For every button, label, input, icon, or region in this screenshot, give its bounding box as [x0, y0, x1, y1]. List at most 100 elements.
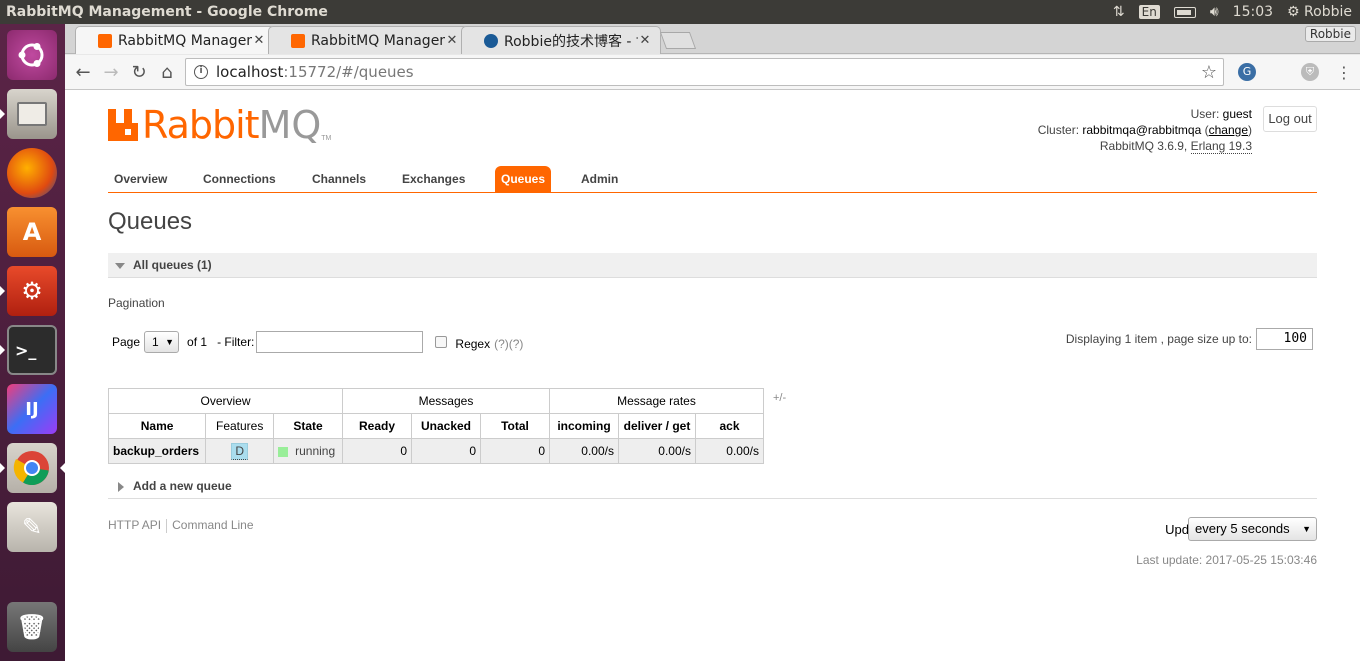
page-title: Queues — [108, 208, 193, 235]
volume-icon[interactable]: 🔊︎ — [1210, 4, 1219, 20]
user-label: User: — [1190, 107, 1220, 121]
expand-triangle-icon — [118, 482, 124, 492]
pagination-label: Pagination — [108, 296, 165, 310]
software-center-icon[interactable]: A — [7, 207, 57, 257]
rabbitmq-favicon — [291, 33, 305, 48]
column-header-state[interactable]: State — [273, 413, 343, 439]
shield-icon[interactable]: ⛨ — [1301, 63, 1319, 81]
close-icon[interactable]: ✕ — [445, 33, 459, 48]
back-icon[interactable]: ← — [71, 61, 95, 85]
settings-running-indicator — [0, 286, 5, 296]
clock[interactable]: 15:03 — [1233, 4, 1273, 20]
ubuntu-dash-icon[interactable] — [7, 30, 57, 80]
network-icon[interactable]: ⇅ — [1113, 4, 1125, 20]
logout-button[interactable]: Log out — [1263, 106, 1317, 132]
column-header-total[interactable]: Total — [480, 413, 550, 439]
change-cluster-link[interactable]: change — [1209, 123, 1248, 137]
column-header-ack[interactable]: ack — [695, 413, 764, 439]
section-title: All queues (1) — [133, 258, 212, 272]
add-new-queue-section-toggle[interactable]: Add a new queue — [108, 474, 1317, 499]
session-menu[interactable]: ⚙ Robbie — [1287, 4, 1352, 20]
cluster-value: rabbitmqa@rabbitmqa — [1082, 123, 1202, 137]
table-group-header-row: Overview Messages Message rates — [108, 388, 764, 414]
regex-label: Regex — [455, 337, 491, 351]
forward-icon[interactable]: → — [99, 61, 123, 85]
text-editor-icon[interactable]: ✎ — [7, 502, 57, 552]
queue-features: D — [205, 438, 275, 464]
column-options-link[interactable]: +/- — [773, 392, 786, 404]
table-row[interactable]: backup_orders D running 0 0 0 0.00/s 0.0… — [107, 438, 764, 464]
user-value: guest — [1222, 107, 1252, 121]
page-select[interactable]: 1 ▼ — [144, 331, 180, 353]
group-header-overview: Overview — [108, 388, 343, 414]
top-panel: RabbitMQ Management - Google Chrome ⇅ En… — [0, 0, 1360, 24]
close-icon[interactable]: ✕ — [252, 33, 266, 48]
home-icon[interactable]: ⌂ — [155, 61, 179, 85]
tab-connections[interactable]: Connections — [197, 166, 282, 192]
page-label: Page — [112, 335, 141, 349]
column-header-incoming[interactable]: incoming — [549, 413, 619, 439]
tab-admin[interactable]: Admin — [575, 166, 624, 192]
rabbitmq-version: RabbitMQ 3.6.9, — [1099, 139, 1188, 153]
state-text: running — [295, 444, 336, 458]
queue-name-link[interactable]: backup_orders — [107, 438, 207, 464]
table-column-header-row: Name Features State Ready Unacked Total … — [107, 413, 764, 439]
firefox-icon[interactable] — [7, 148, 57, 198]
column-header-deliver-get[interactable]: deliver / get — [618, 413, 696, 439]
close-icon[interactable]: ✕ — [638, 33, 652, 48]
durable-badge: D — [231, 442, 248, 460]
terminal-icon[interactable]: >_ — [7, 325, 57, 375]
last-update-text: Last update: 2017-05-25 15:03:46 — [1136, 553, 1317, 567]
queue-incoming-rate: 0.00/s — [549, 438, 619, 464]
filter-input[interactable] — [256, 331, 424, 353]
reload-icon[interactable]: ↻ — [127, 61, 151, 85]
gear-icon: ⚙ — [1287, 4, 1300, 20]
rabbitmq-logo[interactable]: Rabbit MQ TM — [108, 105, 331, 145]
tab-label: RabbitMQ Management — [118, 32, 252, 49]
update-interval-select[interactable]: every 5 seconds ▼ — [1188, 517, 1317, 541]
files-icon[interactable] — [7, 89, 57, 139]
battery-icon[interactable] — [1173, 6, 1196, 18]
tab-rabbitmq-1[interactable]: RabbitMQ Management ✕ — [75, 26, 275, 54]
state-indicator — [278, 446, 289, 457]
group-header-messages: Messages — [342, 388, 550, 414]
tab-channels[interactable]: Channels — [306, 166, 372, 192]
tab-overview[interactable]: Overview — [108, 166, 173, 192]
regex-help-link[interactable]: (?)(?) — [494, 337, 523, 351]
tab-rabbitmq-2[interactable]: RabbitMQ Management ✕ — [268, 26, 468, 54]
queue-state: running — [273, 438, 343, 464]
intellij-icon[interactable]: IJ — [7, 384, 57, 434]
column-header-unacked[interactable]: Unacked — [411, 413, 481, 439]
site-info-icon[interactable]: i — [194, 65, 208, 79]
new-tab-button[interactable] — [659, 32, 697, 49]
column-header-name[interactable]: Name — [107, 413, 207, 439]
logo-text-rabbit: Rabbit — [142, 103, 260, 147]
tab-queues[interactable]: Queues — [495, 166, 552, 192]
queue-deliver-get-rate: 0.00/s — [618, 438, 696, 464]
menu-dots-icon[interactable]: ⋮ — [1332, 61, 1356, 85]
regex-checkbox[interactable] — [435, 336, 448, 348]
chrome-running-indicator — [0, 463, 5, 473]
extension-icon[interactable]: G — [1238, 63, 1256, 81]
display-count-text: Displaying 1 item , page size up to: — [1065, 332, 1252, 346]
trash-icon[interactable]: 🗑︎ — [7, 602, 57, 652]
keyboard-layout-indicator[interactable]: En — [1138, 5, 1160, 19]
cluster-label: Cluster: — [1037, 123, 1080, 137]
tab-label: RabbitMQ Management — [311, 32, 445, 49]
browser-chrome: RabbitMQ Management ✕ RabbitMQ Managemen… — [65, 24, 1360, 90]
column-header-ready[interactable]: Ready — [342, 413, 412, 439]
system-settings-icon[interactable]: ⚙ — [7, 266, 57, 316]
http-api-link[interactable]: HTTP API — [108, 518, 161, 532]
url-host: localhost — [216, 63, 284, 81]
terminal-running-indicator — [0, 345, 5, 355]
tab-blog[interactable]: Robbie的技术博客 - 博客 ✕ — [461, 26, 661, 54]
tab-exchanges[interactable]: Exchanges — [396, 166, 471, 192]
column-header-features: Features — [205, 413, 275, 439]
bookmark-star-icon[interactable]: ☆ — [1201, 62, 1217, 83]
all-queues-section-toggle[interactable]: All queues (1) — [108, 253, 1317, 278]
command-line-link[interactable]: Command Line — [172, 518, 253, 532]
address-bar[interactable]: i localhost:15772/#/queues ☆ — [185, 58, 1224, 86]
profile-button[interactable]: Robbie — [1304, 26, 1356, 42]
chrome-icon[interactable] — [7, 443, 57, 493]
page-size-input[interactable]: 100 — [1256, 328, 1313, 350]
